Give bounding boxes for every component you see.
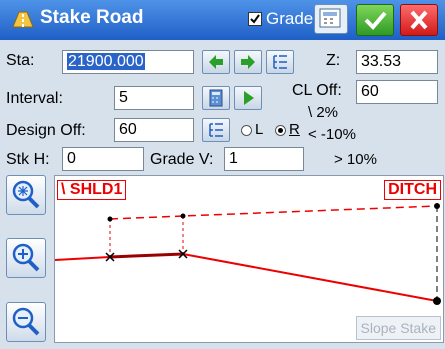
cl-off-label: CL Off: [292,82,342,99]
ground-line [55,252,438,302]
z-field: 33.53 [356,50,438,74]
zoom-out-button[interactable] [6,302,46,342]
calculator-icon [209,89,223,107]
close-icon [410,10,428,30]
side-right-label: R [289,121,300,138]
ok-button[interactable] [356,4,394,36]
zoom-extents-button[interactable] [6,175,46,215]
z-label: Z: [326,52,341,69]
station-list-button[interactable] [266,50,294,74]
close-button[interactable] [400,4,438,36]
ground-point [433,297,441,305]
grade-checkbox[interactable] [248,12,262,26]
window-title: Stake Road [40,7,144,28]
arrow-left-icon [209,55,223,69]
grade-option-minus10pct[interactable]: < -10% [308,126,356,143]
play-icon [244,91,254,105]
design-point [107,216,113,222]
cl-off-field: 60 [356,80,438,104]
design-off-input[interactable]: 60 [114,118,194,142]
sta-label: Sta: [6,52,35,69]
right-tag: DITCH [384,180,441,200]
stk-h-label: Stk H: [6,151,50,168]
interval-label: Interval: [6,90,63,107]
interval-input[interactable]: 5 [114,86,194,110]
left-tag: \ SHLD1 [57,180,127,200]
slope-stake-button[interactable]: Slope Stake [355,316,441,340]
station-forward-button[interactable] [234,50,262,74]
grade-option-plus10pct[interactable]: > 10% [334,151,377,168]
zoom-extents-icon [12,180,40,209]
design-off-label: Design Off: [6,122,86,139]
check-icon [364,11,387,30]
station-back-button[interactable] [202,50,230,74]
stk-h-input[interactable]: 0 [62,147,144,171]
title-bar: Stake Road Grade [0,0,445,40]
road-icon [12,11,34,28]
calculator-icon [319,8,341,28]
zoom-in-button[interactable] [6,238,46,278]
cross-section-view[interactable]: \ SHLD1 DITCH Slope Stake [54,175,444,343]
shoulder-segment [109,252,184,259]
design-point [434,203,440,209]
design-point [180,213,186,219]
checkmark-icon [250,14,260,24]
zoom-out-icon [12,307,40,336]
side-left-label: L [255,121,264,138]
design-line [109,205,438,220]
grade-v-label: Grade V: [150,151,214,168]
interval-calculator-button[interactable] [202,86,230,110]
play-button[interactable] [234,86,262,110]
list-icon [273,55,287,69]
list-icon [209,123,223,137]
grade-label[interactable]: Grade [266,9,313,29]
zoom-in-icon [12,243,40,272]
grade-option-2pct[interactable]: \ 2% [308,104,338,121]
sta-value: 21900.000 [67,53,145,70]
side-left-radio[interactable] [241,125,252,136]
sta-input[interactable]: 21900.000 [62,50,194,74]
arrow-right-icon [241,55,255,69]
calculator-button[interactable] [314,4,348,34]
grade-v-input[interactable]: 1 [224,147,304,171]
design-off-list-button[interactable] [202,118,230,142]
side-right-radio[interactable] [275,125,286,136]
